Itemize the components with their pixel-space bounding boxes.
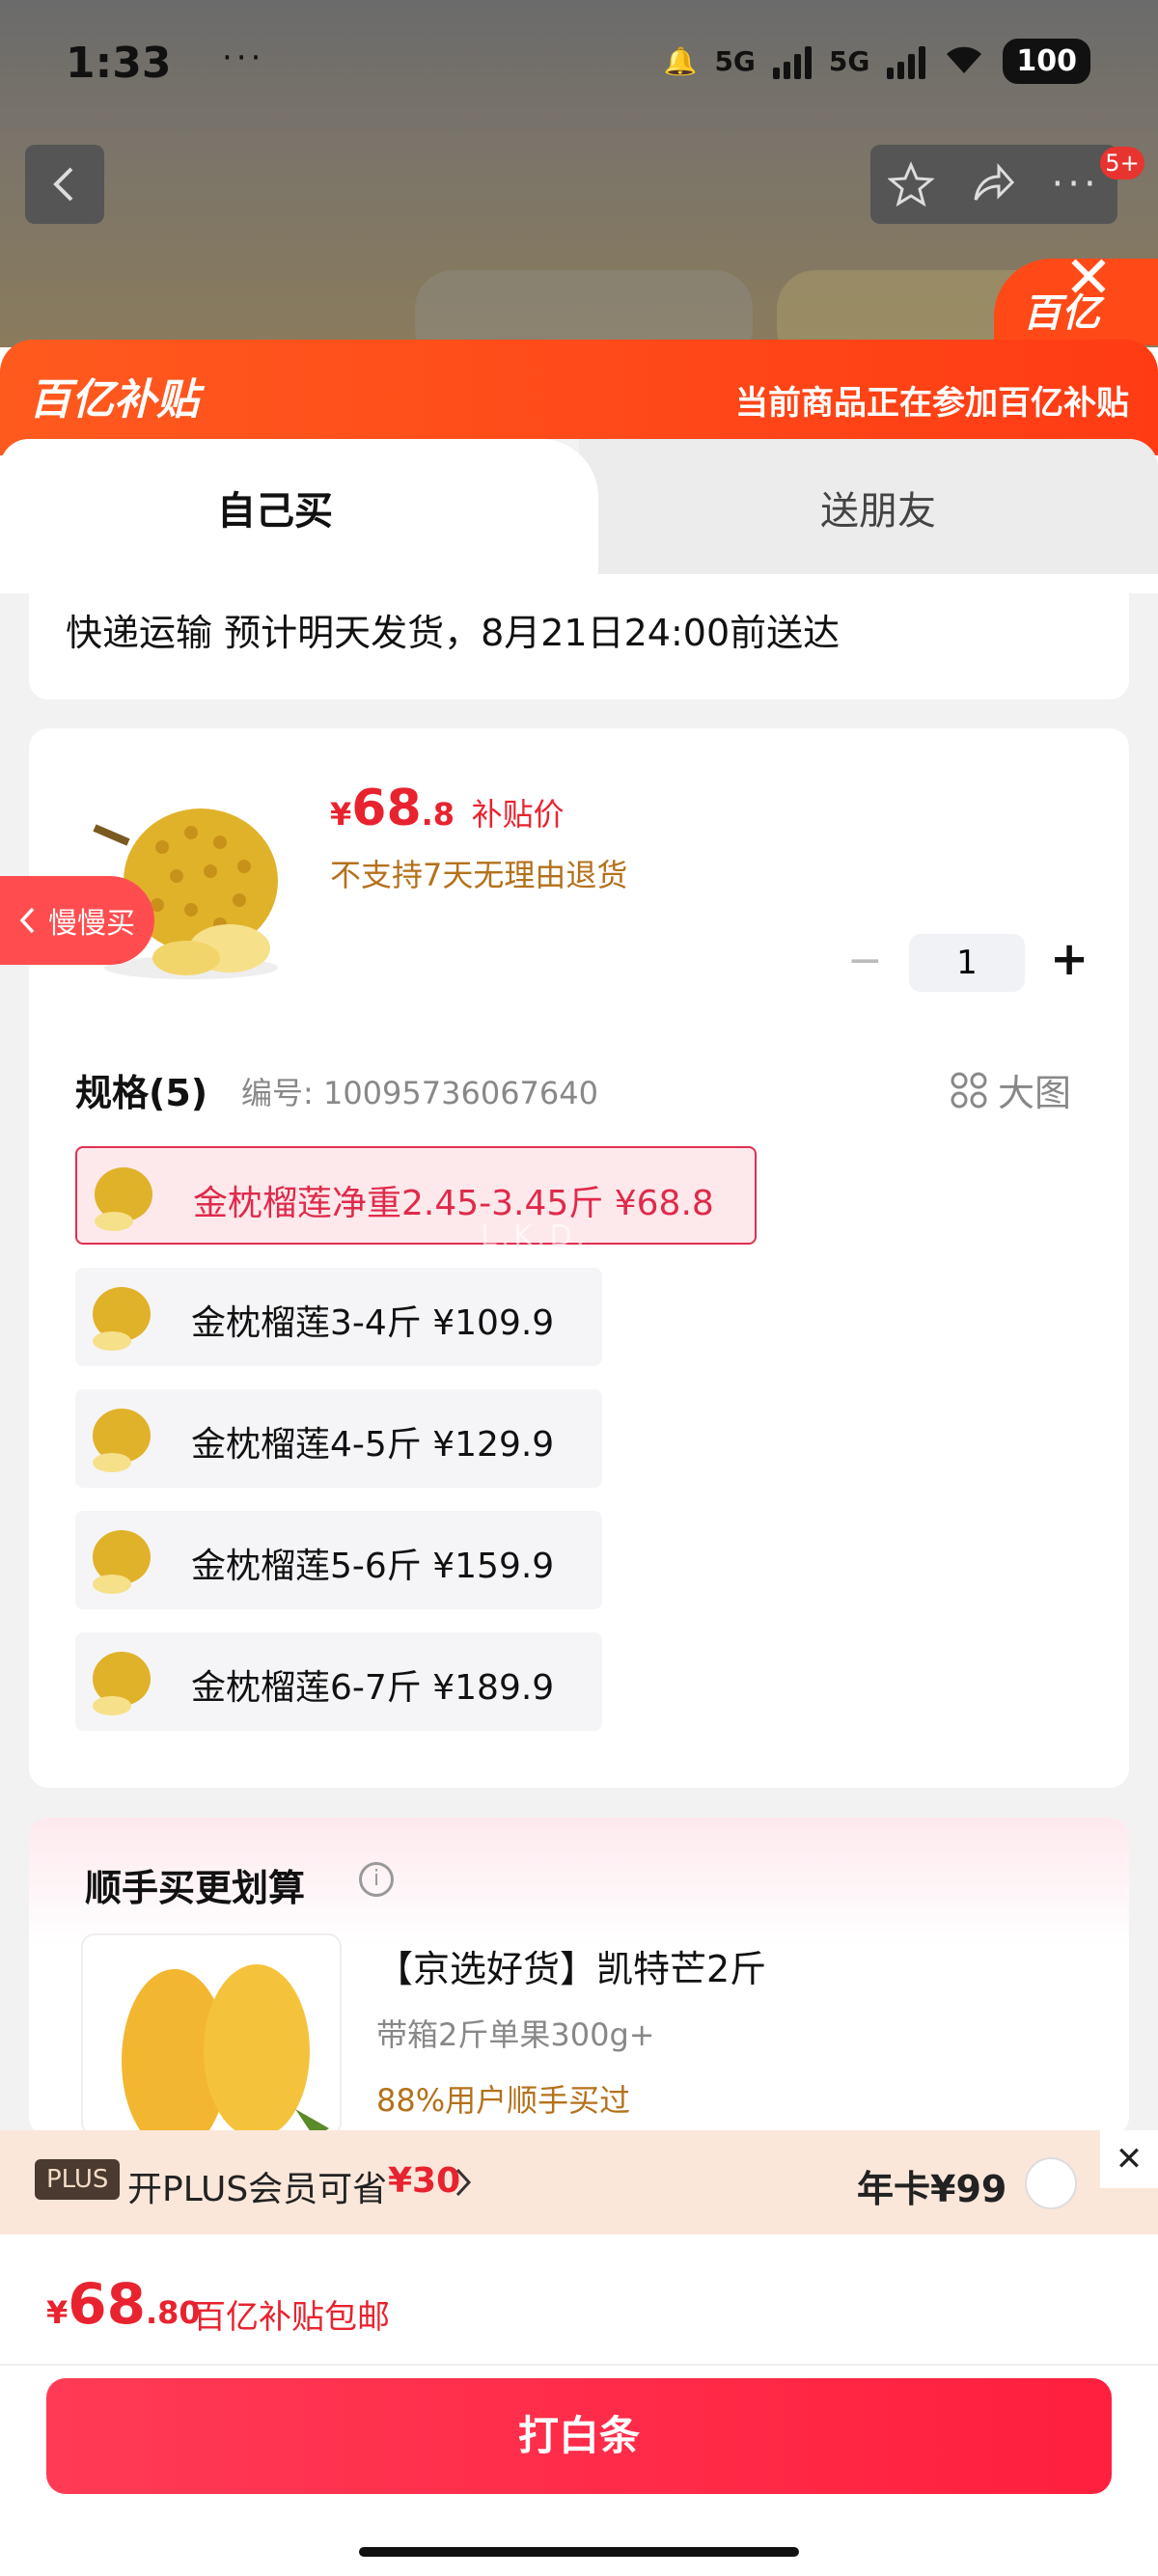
product-price: ¥68.8 补贴价 bbox=[330, 780, 565, 837]
watermark: L.K.D. bbox=[481, 1219, 590, 1253]
status-icons: 🔔 5G 5G 100 bbox=[664, 39, 1090, 84]
spec-thumb bbox=[83, 1399, 156, 1476]
screen: { "status_bar":{"time":"1:33","dots":"··… bbox=[0, 0, 1158, 2576]
spec-thumb bbox=[85, 1158, 158, 1235]
spec-option[interactable]: 金枕榴莲6-7斤 ¥189.9 bbox=[75, 1632, 602, 1731]
spec-option-label: 金枕榴莲3-4斤 ¥109.9 bbox=[191, 1303, 555, 1343]
subsidy-banner: 百亿补贴 当前商品正在参加百亿补贴 bbox=[0, 340, 1158, 455]
spec-option-label: 金枕榴莲6-7斤 ¥189.9 bbox=[191, 1668, 555, 1708]
subsidy-note: 当前商品正在参加百亿补贴 bbox=[735, 384, 1129, 423]
price-symbol: ¥ bbox=[330, 796, 352, 833]
info-icon[interactable]: i bbox=[359, 1862, 394, 1897]
action-group: ··· bbox=[870, 145, 1117, 224]
buy-button[interactable]: 打白条 bbox=[46, 2378, 1112, 2494]
plus-text: 开PLUS会员可省 bbox=[127, 2170, 388, 2209]
plus-checkbox[interactable] bbox=[1025, 2157, 1077, 2209]
spec-thumb bbox=[83, 1521, 156, 1598]
share-icon[interactable] bbox=[970, 161, 1016, 207]
plus-membership-bar[interactable]: PLUS 开PLUS会员可省 ¥30 年卡¥99 bbox=[0, 2130, 1158, 2234]
subsidy-logo: 百亿补贴 bbox=[29, 375, 199, 425]
battery-icon: 100 bbox=[1003, 39, 1090, 84]
addon-image[interactable] bbox=[81, 1933, 342, 2136]
quantity-input[interactable]: 1 bbox=[909, 934, 1025, 992]
plus-annual-price: 年卡¥99 bbox=[857, 2168, 1007, 2210]
back-button[interactable] bbox=[25, 145, 104, 224]
delivery-card[interactable]: 快递运输 预计明天发货，8月21日24:00前送达 bbox=[29, 574, 1129, 699]
spec-option[interactable]: 金枕榴莲3-4斤 ¥109.9 bbox=[75, 1268, 602, 1366]
chevron-right-icon bbox=[455, 2168, 472, 2197]
footer-price-symbol: ¥ bbox=[46, 2294, 69, 2331]
star-icon[interactable] bbox=[888, 161, 935, 207]
network-label: 5G bbox=[714, 45, 756, 77]
spec-option[interactable]: 金枕榴莲5-6斤 ¥159.9 bbox=[75, 1511, 602, 1609]
status-time: 1:33 bbox=[66, 39, 172, 88]
spec-option[interactable]: 金枕榴莲4-5斤 ¥129.9 bbox=[75, 1389, 602, 1488]
quantity-minus-button[interactable]: − bbox=[847, 936, 883, 985]
addon-item-title[interactable]: 【京选好货】凯特芒2斤 bbox=[376, 1939, 766, 1992]
tab-buy-self[interactable]: 自己买 bbox=[0, 439, 598, 574]
addon-title: 顺手买更划算 bbox=[85, 1867, 306, 1909]
price-tag: 补贴价 bbox=[471, 796, 565, 833]
big-view-label: 大图 bbox=[998, 1072, 1072, 1114]
close-sheet-button[interactable]: ✕ bbox=[1062, 249, 1116, 307]
spec-option[interactable]: 金枕榴莲净重2.45-3.45斤 ¥68.8 bbox=[75, 1146, 757, 1245]
more-icon[interactable]: ··· bbox=[1052, 162, 1100, 206]
chevron-left-icon bbox=[19, 907, 35, 934]
notification-badge: 5+ bbox=[1100, 147, 1144, 179]
footer-price: ¥68.80 bbox=[46, 2271, 201, 2337]
grid-icon bbox=[951, 1072, 987, 1108]
price-tracker-pill[interactable]: 慢慢买 bbox=[0, 876, 154, 965]
tab-gift-friend[interactable]: 送朋友 bbox=[579, 439, 1158, 574]
spec-thumb bbox=[83, 1642, 156, 1719]
spec-title: 规格(5) bbox=[75, 1072, 208, 1114]
spec-thumb bbox=[83, 1277, 156, 1355]
footer-divider bbox=[0, 2364, 1158, 2366]
tab-self-label: 自己买 bbox=[217, 489, 333, 534]
tab-gift-label: 送朋友 bbox=[820, 489, 936, 534]
footer-price-integer: 68 bbox=[68, 2271, 146, 2337]
plus-badge: PLUS bbox=[35, 2159, 121, 2200]
spec-option-label: 金枕榴莲4-5斤 ¥129.9 bbox=[191, 1425, 555, 1465]
status-dots: ··· bbox=[222, 39, 265, 77]
tab-bar: 送朋友 自己买 bbox=[0, 439, 1158, 574]
price-integer: 68 bbox=[351, 780, 422, 837]
spec-code: 编号: 10095736067640 bbox=[241, 1075, 598, 1111]
signal-icon bbox=[772, 44, 812, 79]
big-view-button[interactable]: 大图 bbox=[950, 1063, 1071, 1116]
spec-option-label: 金枕榴莲5-6斤 ¥159.9 bbox=[191, 1547, 555, 1586]
addon-item-spec: 带箱2斤单果300g+ bbox=[376, 2016, 655, 2053]
plus-save: ¥30 bbox=[388, 2161, 461, 2201]
price-decimal: .8 bbox=[421, 796, 455, 833]
home-indicator[interactable] bbox=[359, 2547, 799, 2557]
bell-icon: 🔔 bbox=[663, 45, 698, 77]
return-note: 不支持7天无理由退货 bbox=[330, 857, 628, 893]
spec-option-label: 金枕榴莲净重2.45-3.45斤 ¥68.8 bbox=[193, 1184, 714, 1223]
plus-close-button[interactable]: ✕ bbox=[1100, 2130, 1158, 2188]
status-bar: 1:33 ··· 🔔 5G 5G 100 bbox=[0, 0, 1158, 135]
footer-note: 百亿补贴包邮 bbox=[193, 2298, 390, 2337]
quantity-plus-button[interactable]: + bbox=[1050, 932, 1089, 986]
addon-item-note: 88%用户顺手买过 bbox=[376, 2082, 631, 2119]
wifi-icon bbox=[943, 41, 985, 82]
price-tracker-label: 慢慢买 bbox=[48, 907, 135, 941]
signal-icon-2 bbox=[887, 44, 926, 79]
delivery-text: 快递运输 预计明天发货，8月21日24:00前送达 bbox=[66, 612, 841, 654]
chevron-left-icon bbox=[53, 167, 73, 202]
network-label-2: 5G bbox=[828, 45, 870, 77]
